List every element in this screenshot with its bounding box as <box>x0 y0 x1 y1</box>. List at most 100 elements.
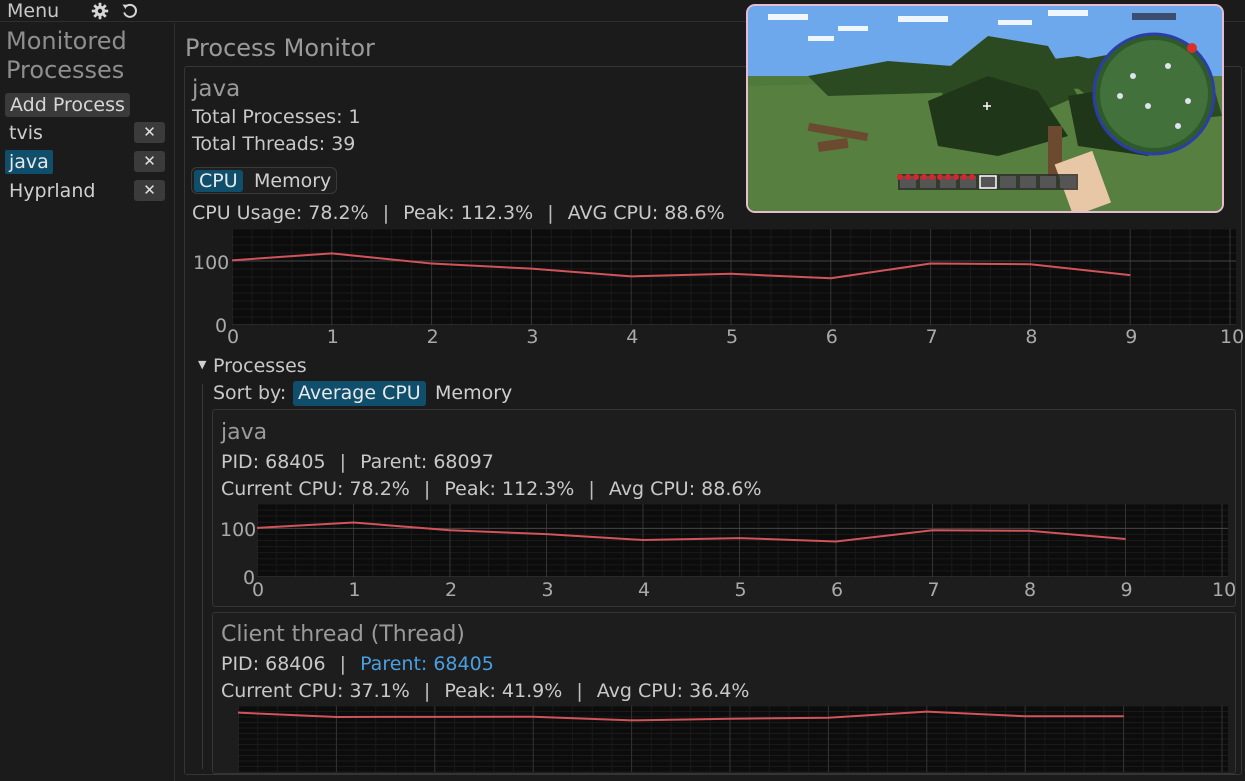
x-tick-label: 9 <box>1120 579 1133 601</box>
x-tick-label: 3 <box>541 579 554 601</box>
pid: PID: 68406 <box>221 653 326 675</box>
data-point <box>434 716 436 718</box>
remove-process-button[interactable]: ✕ <box>134 122 165 143</box>
pid: PID: 68405 <box>221 451 326 473</box>
cpu-line: Current CPU: 78.2% | Peak: 112.3% | Avg … <box>221 478 762 500</box>
process-name[interactable]: Hyprland <box>5 179 99 203</box>
game-window-preview[interactable] <box>746 4 1224 213</box>
peak-cpu: Peak: 41.9% <box>444 680 563 702</box>
x-tick-label: 7 <box>925 326 938 348</box>
peak-cpu: Peak: 112.3% <box>444 478 575 500</box>
cpu-peak: Peak: 112.3% <box>403 202 534 224</box>
series-line <box>232 252 1131 280</box>
x-tick-label: 0 <box>252 579 265 601</box>
sort-label: Sort by: <box>213 382 287 404</box>
tab-memory[interactable]: Memory <box>249 170 336 192</box>
menu-button[interactable]: Menu <box>7 1 59 21</box>
x-tick-label: 8 <box>1025 326 1038 348</box>
section-indent-line <box>202 384 203 769</box>
x-tick-label: 1 <box>348 579 361 601</box>
refresh-icon[interactable] <box>121 2 139 20</box>
x-tick-label: 2 <box>426 326 439 348</box>
process-cpu-chart[interactable] <box>257 504 1228 577</box>
gear-icon[interactable] <box>91 2 109 20</box>
separator: | <box>339 451 347 473</box>
sort-average-cpu[interactable]: Average CPU <box>293 381 426 406</box>
avg-cpu: Avg CPU: 88.6% <box>608 478 762 500</box>
chart-svg <box>238 706 1228 772</box>
total-processes: Total Processes: 1 <box>192 106 361 128</box>
processes-section-header[interactable]: Processes <box>213 355 307 377</box>
parent-link[interactable]: Parent: 68405 <box>360 653 494 675</box>
y-tick-label: 0 <box>215 315 228 337</box>
x-tick-label: 10 <box>1212 579 1237 601</box>
remove-process-button[interactable]: ✕ <box>134 151 165 172</box>
data-point <box>1129 274 1131 276</box>
data-point <box>631 719 633 721</box>
process-item-java: java ✕ <box>5 150 167 174</box>
cpu-line: Current CPU: 37.1% | Peak: 41.9% | Avg C… <box>221 680 749 702</box>
current-cpu: Current CPU: 37.1% <box>221 680 410 702</box>
sidebar: Monitored Processes Add Process tvis ✕ j… <box>0 23 175 781</box>
x-tick-label: 6 <box>831 579 844 601</box>
x-tick-label: 10 <box>1220 326 1245 348</box>
separator: | <box>339 653 347 675</box>
pid-line: PID: 68405 | Parent: 68097 <box>221 451 494 473</box>
x-tick-label: 6 <box>825 326 838 348</box>
avg-cpu: Avg CPU: 36.4% <box>596 680 750 702</box>
process-item-tvis: tvis ✕ <box>5 121 167 145</box>
data-point <box>932 529 933 531</box>
data-point <box>532 716 534 718</box>
x-tick-label: 4 <box>638 579 651 601</box>
collapse-arrow-icon[interactable]: ▼ <box>198 358 206 371</box>
data-point <box>1029 263 1031 265</box>
data-point <box>449 529 451 531</box>
x-tick-label: 0 <box>227 326 240 348</box>
data-point <box>546 533 547 535</box>
x-tick-label: 8 <box>1024 579 1037 601</box>
data-point <box>1125 538 1126 540</box>
x-tick-label: 1 <box>326 326 339 348</box>
process-name[interactable]: java <box>5 150 53 174</box>
separator: | <box>423 478 431 500</box>
data-point <box>331 252 333 254</box>
sidebar-title: Monitored Processes <box>6 27 127 84</box>
data-point <box>353 521 354 523</box>
x-tick-label: 7 <box>927 579 940 601</box>
data-point <box>1024 715 1026 717</box>
data-point <box>730 273 732 275</box>
process-title: java <box>192 76 241 102</box>
sort-memory[interactable]: Memory <box>430 381 517 406</box>
chart-svg <box>257 504 1228 577</box>
y-tick-label: 100 <box>193 252 230 274</box>
cpu-chart[interactable] <box>232 229 1236 325</box>
process-card-title: java <box>221 420 268 445</box>
x-tick-label: 9 <box>1125 326 1138 348</box>
process-name[interactable]: tvis <box>5 121 47 145</box>
data-point <box>530 268 532 270</box>
data-point <box>930 263 932 265</box>
thread-cpu-chart[interactable] <box>238 706 1228 772</box>
remove-process-button[interactable]: ✕ <box>134 180 165 201</box>
x-tick-label: 3 <box>526 326 539 348</box>
data-point <box>1123 715 1125 717</box>
x-tick-label: 5 <box>734 579 747 601</box>
data-point <box>335 716 337 718</box>
data-point <box>1028 530 1030 532</box>
page-title: Process Monitor <box>185 34 375 62</box>
data-point <box>830 277 832 279</box>
data-point <box>431 263 433 265</box>
tab-cpu[interactable]: CPU <box>194 170 243 192</box>
separator: | <box>423 680 431 702</box>
data-point <box>926 711 928 713</box>
separator: | <box>576 680 583 702</box>
add-process-button[interactable]: Add Process <box>5 93 130 117</box>
separator: | <box>382 202 390 224</box>
cpu-stats: CPU Usage: 78.2% | Peak: 112.3% | AVG CP… <box>192 202 725 224</box>
process-item-hyprland: Hyprland ✕ <box>5 179 167 203</box>
total-threads: Total Threads: 39 <box>192 133 356 155</box>
current-cpu: Current CPU: 78.2% <box>221 478 410 500</box>
series-line <box>257 521 1126 543</box>
cpu-usage: CPU Usage: 78.2% <box>192 202 369 224</box>
separator: | <box>588 478 595 500</box>
